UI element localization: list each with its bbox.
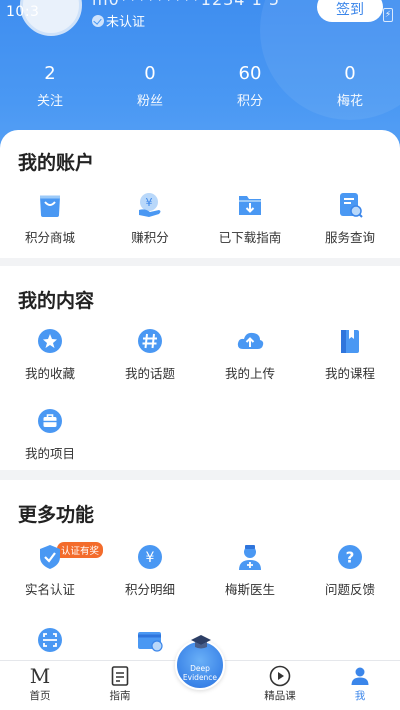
item-label: 梅斯医生 bbox=[224, 582, 275, 597]
book-icon bbox=[335, 326, 365, 356]
card-icon bbox=[135, 625, 165, 655]
svg-text:?: ? bbox=[346, 549, 355, 567]
home-m-icon: M bbox=[29, 664, 51, 688]
shopping-bag-icon bbox=[35, 190, 65, 220]
tab-label: 指南 bbox=[109, 690, 131, 702]
yen-coin-icon: ¥ bbox=[135, 542, 165, 572]
my-courses-item[interactable]: 我的课程 bbox=[300, 326, 400, 382]
fab-label-2: Evidence bbox=[182, 673, 218, 682]
question-icon: ? bbox=[335, 542, 365, 572]
tab-home[interactable]: M 首页 bbox=[0, 661, 80, 710]
account-section: 我的账户 积分商城 ¥ 赚积分 已下载指南 服务查询 bbox=[0, 130, 400, 258]
section-title: 我的账户 bbox=[18, 152, 95, 174]
item-label: 我的话题 bbox=[124, 366, 175, 381]
stat-follow[interactable]: 2 关注 bbox=[0, 62, 100, 109]
item-label: 问题反馈 bbox=[324, 582, 375, 597]
download-folder-icon bbox=[235, 190, 265, 220]
tab-premium-courses[interactable]: 精品课 bbox=[240, 661, 320, 710]
cloud-upload-icon bbox=[235, 326, 265, 356]
item-label: 已下载指南 bbox=[218, 230, 282, 245]
real-name-verify-item[interactable]: 实名认证 bbox=[0, 542, 100, 598]
signin-button[interactable]: 签到 bbox=[317, 0, 383, 22]
stat-label: 关注 bbox=[36, 94, 63, 109]
service-query-item[interactable]: 服务查询 bbox=[300, 190, 400, 246]
guide-icon bbox=[80, 665, 160, 687]
item-label: 实名认证 bbox=[24, 582, 75, 597]
svg-text:¥: ¥ bbox=[146, 550, 155, 566]
section-title: 更多功能 bbox=[18, 504, 95, 526]
play-icon bbox=[240, 665, 320, 687]
item-label: 我的课程 bbox=[324, 366, 375, 381]
earn-points-item[interactable]: ¥ 赚积分 bbox=[100, 190, 200, 246]
item-label: 服务查询 bbox=[324, 230, 375, 245]
scan-icon bbox=[35, 625, 65, 655]
section-title: 我的内容 bbox=[18, 290, 95, 312]
tab-me[interactable]: 我 bbox=[320, 661, 400, 710]
stat-points[interactable]: 60 积分 bbox=[200, 62, 300, 109]
my-topics-item[interactable]: 我的话题 bbox=[100, 326, 200, 382]
item-label: 我的项目 bbox=[24, 446, 75, 461]
verify-text: 未认证 bbox=[106, 15, 146, 30]
stat-value: 60 bbox=[238, 63, 262, 84]
downloaded-guides-item[interactable]: 已下载指南 bbox=[200, 190, 300, 246]
earn-points-icon: ¥ bbox=[135, 190, 165, 220]
content-section: 我的内容 我的收藏 我的话题 我的上传 我的课程 我的项目 bbox=[0, 266, 400, 470]
stat-value: 0 bbox=[344, 63, 356, 84]
mace-doctor-item[interactable]: 梅斯医生 bbox=[200, 542, 300, 598]
verify-status[interactable]: 未认证 bbox=[92, 11, 145, 30]
deep-evidence-button[interactable]: Deep Evidence bbox=[175, 635, 225, 690]
fab-label-1: Deep bbox=[190, 664, 210, 673]
stat-label: 粉丝 bbox=[136, 94, 163, 109]
item-label: 我的收藏 bbox=[24, 366, 75, 381]
status-time: 10:3 bbox=[6, 4, 40, 20]
graduation-cap-icon bbox=[191, 635, 211, 649]
tab-label: 精品课 bbox=[264, 690, 296, 702]
user-icon bbox=[320, 665, 400, 687]
stat-fans[interactable]: 0 粉丝 bbox=[100, 62, 200, 109]
item-label: 我的上传 bbox=[224, 366, 275, 381]
hashtag-icon bbox=[135, 326, 165, 356]
stat-value: 2 bbox=[44, 63, 56, 84]
my-uploads-item[interactable]: 我的上传 bbox=[200, 326, 300, 382]
points-mall-item[interactable]: 积分商城 bbox=[0, 190, 100, 246]
svg-text:¥: ¥ bbox=[146, 196, 153, 209]
scan-item[interactable] bbox=[0, 625, 100, 655]
stat-label: 梅花 bbox=[336, 94, 363, 109]
doctor-icon bbox=[235, 542, 265, 572]
briefcase-icon bbox=[35, 406, 65, 436]
tab-guide[interactable]: 指南 bbox=[80, 661, 160, 710]
stats-row: 2 关注 0 粉丝 60 积分 0 梅花 bbox=[0, 62, 400, 109]
item-label: 积分明细 bbox=[124, 582, 175, 597]
my-projects-item[interactable]: 我的项目 bbox=[0, 406, 100, 462]
service-query-icon bbox=[335, 190, 365, 220]
verify-icon bbox=[92, 14, 104, 27]
shield-check-icon bbox=[35, 542, 65, 572]
item-label: 赚积分 bbox=[131, 230, 169, 245]
stat-label: 积分 bbox=[236, 94, 263, 109]
battery-icon: ⚡ bbox=[383, 8, 393, 22]
star-icon bbox=[35, 326, 65, 356]
my-favorites-item[interactable]: 我的收藏 bbox=[0, 326, 100, 382]
points-detail-item[interactable]: ¥ 积分明细 bbox=[100, 542, 200, 598]
stat-value: 0 bbox=[144, 63, 156, 84]
stat-plum[interactable]: 0 梅花 bbox=[300, 62, 400, 109]
user-id: m0*********1234 1 5 bbox=[92, 0, 280, 9]
feedback-item[interactable]: ? 问题反馈 bbox=[300, 542, 400, 598]
item-label: 积分商城 bbox=[24, 230, 75, 245]
tab-label: 首页 bbox=[29, 690, 51, 702]
tab-label: 我 bbox=[354, 690, 366, 702]
